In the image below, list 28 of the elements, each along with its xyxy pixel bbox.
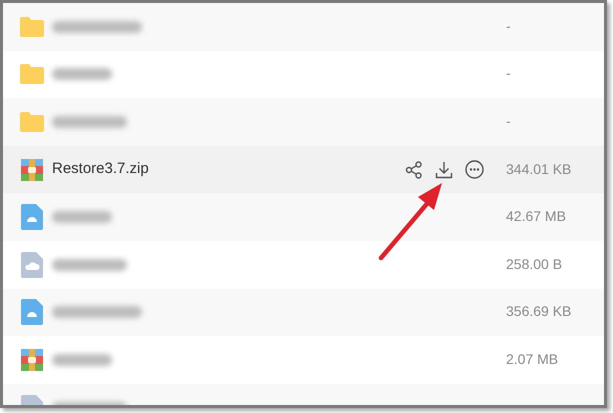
- file-size: 344.01 KB: [506, 160, 572, 177]
- cloud-file-icon: [21, 252, 43, 278]
- more-icon[interactable]: [465, 160, 484, 180]
- file-row[interactable]: 42.67 MB: [3, 193, 604, 241]
- share-icon[interactable]: [405, 160, 423, 179]
- file-size: 258.00 B: [506, 256, 562, 272]
- folder-icon: [19, 110, 45, 133]
- file-size: -: [506, 65, 511, 82]
- file-row[interactable]: -: [3, 50, 604, 98]
- image-file-icon: [21, 299, 43, 326]
- archive-icon: [21, 348, 43, 371]
- file-row[interactable]: 2.07 MB: [3, 336, 604, 384]
- file-row[interactable]: Restore3.7.zip 344.01 KB: [3, 146, 604, 194]
- file-name: Restore3.7.zip: [52, 159, 149, 180]
- image-file-icon: [21, 204, 43, 230]
- folder-icon: [19, 63, 45, 86]
- file-size: 42.67 MB: [506, 208, 566, 224]
- file-size: 2.07 MB: [506, 350, 558, 367]
- file-row[interactable]: -: [3, 3, 604, 51]
- file-row[interactable]: 356.69 KB: [3, 288, 604, 336]
- folder-icon: [19, 16, 45, 38]
- file-size: -: [506, 18, 511, 34]
- file-row[interactable]: 258.00 B: [3, 240, 604, 289]
- download-icon[interactable]: [435, 160, 453, 179]
- file-size: 356.69 KB: [506, 303, 572, 320]
- file-row[interactable]: -: [3, 98, 604, 146]
- archive-icon: [21, 158, 43, 181]
- file-size: -: [506, 112, 511, 129]
